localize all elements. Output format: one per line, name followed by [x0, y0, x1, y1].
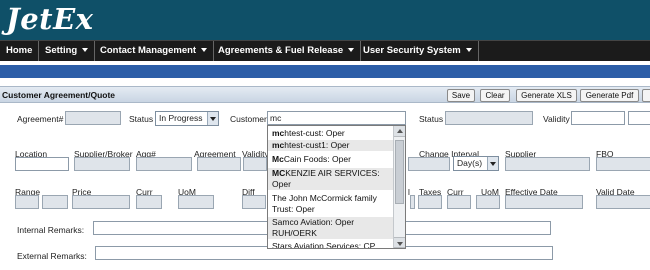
supplier-field	[505, 157, 590, 171]
item-text: htest-cust1: Oper	[284, 140, 350, 150]
nav-agreements-fuel-release[interactable]: Agreements & Fuel Release	[212, 41, 362, 61]
clear-button[interactable]: Clear	[480, 89, 510, 102]
more-button[interactable]	[642, 89, 650, 102]
chevron-down-icon	[201, 48, 208, 53]
validity-to-field[interactable]	[628, 111, 650, 125]
supplier-broker-field	[74, 157, 130, 171]
chevron-down-icon[interactable]	[207, 112, 218, 125]
chevron-down-icon[interactable]	[487, 157, 498, 170]
cut-field	[410, 195, 415, 209]
dropdown-scrollbar[interactable]	[393, 126, 405, 248]
item-text: Oper	[272, 179, 291, 189]
location-field[interactable]	[15, 157, 69, 171]
agreement-field	[197, 157, 241, 171]
chevron-down-icon	[348, 48, 355, 53]
save-button[interactable]: Save	[447, 89, 475, 102]
external-remarks-label: External Remarks:	[17, 251, 87, 261]
status-label: Status	[129, 114, 154, 124]
change-interval-select[interactable]: Day(s)	[453, 156, 499, 171]
agreement-label: Agreement#	[17, 114, 64, 124]
nav-home-label: Home	[6, 45, 33, 56]
diff-field	[242, 195, 266, 209]
main-nav: Home Setting Contact Management Agreemen…	[0, 40, 650, 61]
item-text: Stars Aviation Services: CP	[272, 241, 376, 249]
section-title: Customer Agreement/Quote	[2, 90, 116, 100]
list-item[interactable]: Samco Aviation: Oper RUH/OERK	[268, 217, 394, 239]
nav-agreements-fuel-release-label: Agreements & Fuel Release	[218, 45, 344, 56]
item-text: RUH/OERK	[272, 228, 317, 238]
scroll-up-icon[interactable]	[394, 126, 405, 137]
match-text: mc	[272, 140, 285, 150]
app-header: JetEx	[0, 0, 650, 40]
nav-home[interactable]: Home	[0, 41, 40, 61]
customer-autocomplete-list[interactable]: mchtest-cust: Oper mchtest-cust1: Oper M…	[267, 125, 406, 249]
uom2-field	[476, 195, 500, 209]
match-text: mc	[272, 128, 285, 138]
agg-field	[136, 157, 192, 171]
customer-input[interactable]: mc	[267, 111, 406, 125]
generate-pdf-button[interactable]: Generate Pdf	[580, 89, 639, 102]
valid-date-field	[596, 195, 650, 209]
status2-label: Status	[419, 114, 444, 124]
item-text: Samco Aviation: Oper	[272, 217, 355, 227]
nav-user-security-system-label: User Security System	[363, 45, 461, 56]
nav-setting-label: Setting	[45, 45, 78, 56]
list-item[interactable]: mchtest-cust1: Oper	[268, 140, 394, 151]
item-text: Trust: Oper	[272, 204, 315, 214]
status-readonly-field	[445, 111, 533, 125]
internal-remarks-label: Internal Remarks:	[17, 225, 85, 235]
taxes-field	[418, 195, 442, 209]
list-item[interactable]: The John McCormick family Trust: Oper	[268, 193, 394, 215]
section-bar: Customer Agreement/Quote Save Clear Gene…	[0, 86, 650, 103]
status-select[interactable]: In Progress	[155, 111, 219, 126]
sub-header-band	[0, 65, 650, 78]
status-select-value: In Progress	[159, 113, 203, 123]
list-item[interactable]: Stars Aviation Services: CP	[268, 241, 394, 249]
curr2-field	[447, 195, 471, 209]
nav-contact-management[interactable]: Contact Management	[94, 41, 215, 61]
match-text: Mc	[272, 154, 284, 164]
price-field	[72, 195, 130, 209]
customer-label: Customer	[230, 114, 267, 124]
list-item[interactable]: McCain Foods: Oper	[268, 154, 394, 165]
uom-field	[178, 195, 214, 209]
list-item[interactable]: MCKENZIE AIR SERVICES: Oper	[268, 168, 394, 190]
item-text: htest-cust: Oper	[284, 128, 345, 138]
item-text: Cain Foods: Oper	[283, 154, 351, 164]
scrollbar-thumb[interactable]	[395, 140, 404, 204]
nav-setting[interactable]: Setting	[39, 41, 96, 61]
list-item[interactable]: mchtest-cust: Oper	[268, 128, 394, 139]
fbo-field	[596, 157, 650, 171]
effective-date-field	[505, 195, 583, 209]
match-text: MC	[272, 168, 286, 178]
jetex-logo: JetEx	[6, 2, 94, 36]
range-to-field	[42, 195, 68, 209]
item-text: The John McCormick family	[272, 193, 377, 203]
item-text: KENZIE AIR SERVICES:	[285, 168, 380, 178]
nav-contact-management-label: Contact Management	[100, 45, 197, 56]
nav-user-security-system[interactable]: User Security System	[357, 41, 479, 61]
chevron-down-icon	[82, 48, 89, 53]
change-interval-field	[408, 157, 450, 171]
generate-xls-button[interactable]: Generate XLS	[516, 89, 577, 102]
change-interval-select-value: Day(s)	[457, 158, 483, 168]
validity-col-field	[243, 157, 267, 171]
validity-label: Validity	[543, 114, 570, 124]
validity-from-field[interactable]	[571, 111, 625, 125]
chevron-down-icon	[465, 48, 472, 53]
scroll-down-icon[interactable]	[394, 237, 405, 248]
curr-field	[136, 195, 162, 209]
range-from-field	[15, 195, 39, 209]
agreement-number-field[interactable]	[65, 111, 121, 125]
